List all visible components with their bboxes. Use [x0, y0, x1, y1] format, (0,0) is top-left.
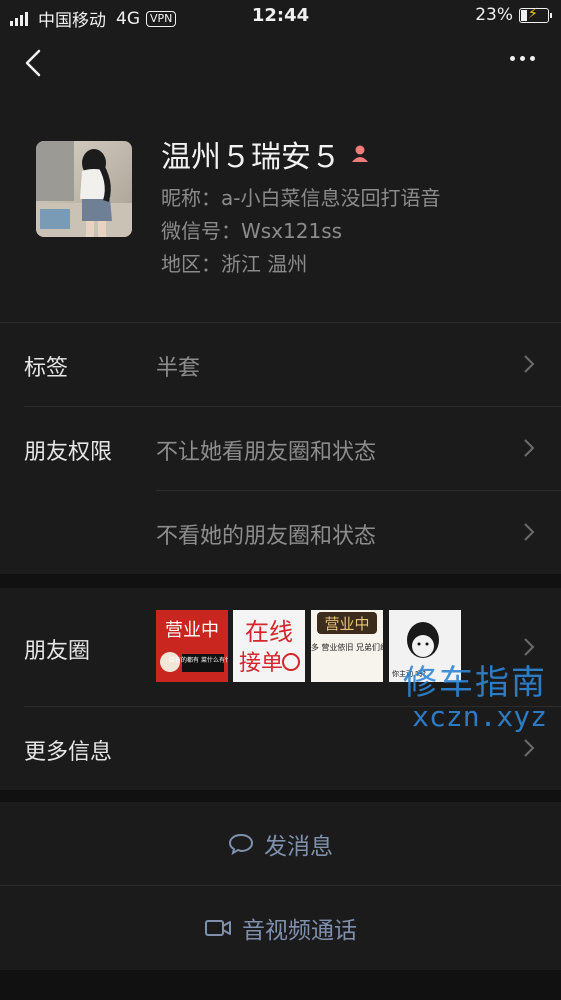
watermark-en: xczn.xyz — [412, 700, 547, 733]
thumb-3-caption: 新款特别多 营业依旧 兄弟们组团来吧! — [311, 642, 383, 652]
watermark: 修车指南 xczn.xyz — [403, 655, 547, 733]
battery-percent: 23% — [475, 5, 513, 25]
divider — [0, 885, 561, 886]
send-message-button[interactable]: 发消息 — [0, 802, 561, 886]
tags-value: 半套 — [156, 356, 201, 381]
av-call-label: 音视频通话 — [242, 918, 357, 944]
battery-level — [521, 9, 528, 21]
nav-bar — [0, 34, 561, 94]
chevron-right-icon — [524, 523, 535, 541]
chevron-right-icon — [524, 439, 535, 457]
avatar[interactable] — [36, 141, 132, 237]
permission-hide-moments: 不让她看朋友圈和状态 — [156, 440, 377, 465]
chat-bubble-icon — [228, 833, 254, 855]
region: 地区：浙江 温州 — [161, 252, 308, 276]
thumb-3-title: 营业中 — [324, 615, 369, 633]
tags-label: 标签 — [24, 356, 69, 381]
settings-section: 标签 半套 朋友权限 不让她看朋友圈和状态 不看她的朋友圈和状态 — [0, 322, 561, 574]
permissions-label: 朋友权限 — [24, 440, 113, 465]
more-info-label: 更多信息 — [24, 740, 113, 765]
chevron-left-icon[interactable] — [22, 48, 46, 78]
bolt-icon: ⚡ — [528, 5, 538, 22]
tags-row[interactable]: 标签 半套 — [0, 322, 561, 406]
moments-thumb-2[interactable]: 在线 接单 — [233, 610, 305, 682]
chevron-right-icon — [524, 355, 535, 373]
av-call-button[interactable]: 音视频通话 — [0, 886, 561, 970]
moments-thumb-1[interactable]: 营业中 店有的都有 菜什么有什么 — [156, 610, 228, 682]
more-dots-icon[interactable] — [510, 56, 535, 61]
profile-card: 温州５瑞安５ 昵称：a-小白菜信息没回打语音 微信号：Wsx121ss 地区：浙… — [0, 94, 561, 322]
female-icon — [352, 145, 368, 162]
wechat-id: 微信号：Wsx121ss — [161, 219, 343, 243]
send-message-label: 发消息 — [264, 834, 333, 860]
name-row: 温州５瑞安５ — [161, 132, 371, 176]
permission-row-2[interactable]: 不看她的朋友圈和状态 — [0, 490, 561, 574]
moments-label: 朋友圈 — [24, 639, 91, 664]
profile-name: 温州５瑞安５ — [161, 140, 341, 175]
thumb-2-line-2: 接单 — [239, 651, 283, 676]
video-camera-icon — [205, 920, 231, 936]
watermark-cn: 修车指南 — [403, 663, 547, 703]
moments-thumb-3[interactable]: 营业中 新款特别多 营业依旧 兄弟们组团来吧! — [311, 610, 383, 682]
thumb-1-title: 营业中 — [165, 620, 219, 641]
permission-row-1[interactable]: 朋友权限 不让她看朋友圈和状态 — [0, 406, 561, 490]
battery-icon: ⚡ — [519, 5, 552, 23]
permission-block-moments: 不看她的朋友圈和状态 — [156, 524, 377, 549]
nickname: 昵称：a-小白菜信息没回打语音 — [161, 186, 441, 210]
status-bar: 中国移动 4G VPN 12:44 23% ⚡ — [0, 0, 561, 34]
thumb-2-line-1: 在线 — [245, 618, 293, 646]
chevron-right-icon — [524, 739, 535, 757]
chevron-right-icon — [524, 638, 535, 656]
status-right: 23% ⚡ — [475, 5, 552, 25]
thumb-1-caption: 店有的都有 菜什么有什么 — [169, 656, 228, 664]
